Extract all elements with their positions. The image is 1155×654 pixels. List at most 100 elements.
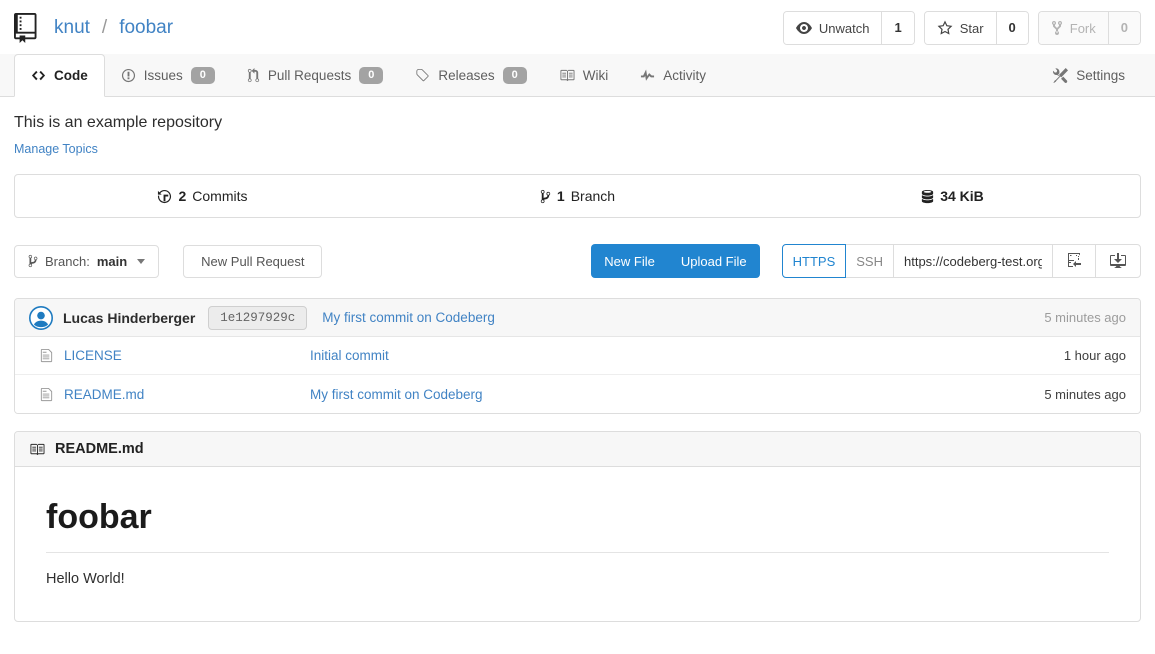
- https-protocol-button[interactable]: HTTPS: [782, 244, 847, 278]
- file-name-link[interactable]: LICENSE: [64, 348, 122, 363]
- breadcrumb-separator: /: [102, 17, 107, 39]
- clone-url-group: HTTPS SSH: [782, 244, 1141, 278]
- file-list: Lucas Hinderberger 1e1297929c My first c…: [14, 298, 1141, 414]
- pull-request-icon: [247, 68, 260, 83]
- commit-hash-link[interactable]: 1e1297929c: [208, 306, 307, 330]
- releases-count-badge: 0: [503, 67, 527, 84]
- file-commit-message-link[interactable]: Initial commit: [310, 348, 389, 363]
- fork-button[interactable]: Fork: [1039, 12, 1108, 44]
- tab-code-label: Code: [54, 68, 88, 83]
- file-row: README.md My first commit on Codeberg 5 …: [15, 375, 1140, 413]
- tab-issues-label: Issues: [144, 68, 183, 83]
- repo-owner-link[interactable]: knut: [54, 17, 90, 39]
- star-button-group: Star 0: [924, 11, 1029, 45]
- size-stat: 34 KiB: [765, 175, 1140, 217]
- code-toolbar: Branch: main New Pull Request New File U…: [14, 244, 1141, 278]
- repo-header: knut / foobar Unwatch 1 Star 0 Fork 0: [0, 0, 1155, 54]
- tab-code[interactable]: Code: [14, 54, 105, 97]
- watchers-count[interactable]: 1: [881, 12, 913, 44]
- new-file-button[interactable]: New File: [591, 245, 668, 278]
- manage-topics-link[interactable]: Manage Topics: [14, 142, 98, 156]
- breadcrumb: knut / foobar: [14, 13, 173, 43]
- fork-label: Fork: [1070, 21, 1096, 36]
- history-icon: [157, 189, 172, 204]
- branches-label: Branch: [571, 188, 615, 204]
- tag-icon: [415, 68, 430, 83]
- upload-file-button[interactable]: Upload File: [668, 245, 760, 278]
- repo-description: This is an example repository Manage Top…: [0, 97, 1155, 158]
- commits-label: Commits: [192, 188, 247, 204]
- tab-releases[interactable]: Releases 0: [399, 54, 542, 96]
- download-archive-button[interactable]: [1095, 244, 1141, 278]
- star-button[interactable]: Star: [925, 12, 996, 44]
- eye-icon: [796, 20, 812, 36]
- issue-icon: [121, 68, 136, 83]
- tab-pull-requests[interactable]: Pull Requests 0: [231, 54, 399, 96]
- tab-activity-label: Activity: [663, 68, 706, 83]
- branches-count: 1: [557, 188, 565, 204]
- forks-count[interactable]: 0: [1108, 12, 1140, 44]
- tab-wiki[interactable]: Wiki: [543, 54, 625, 96]
- repo-stats-bar: 2 Commits 1 Branch 34 KiB: [14, 174, 1141, 218]
- readme-header: README.md: [15, 432, 1140, 467]
- download-icon: [1110, 253, 1126, 269]
- file-row: LICENSE Initial commit 1 hour ago: [15, 337, 1140, 375]
- stars-count[interactable]: 0: [996, 12, 1028, 44]
- file-actions-group: New File Upload File: [591, 244, 759, 278]
- ssh-protocol-button[interactable]: SSH: [845, 244, 894, 278]
- branch-icon: [540, 189, 551, 204]
- activity-icon: [640, 68, 655, 83]
- file-commit-time: 1 hour ago: [1064, 348, 1126, 363]
- star-icon: [937, 20, 953, 36]
- readme-panel: README.md foobar Hello World!: [14, 431, 1141, 622]
- copy-clone-url-button[interactable]: [1052, 244, 1096, 278]
- database-icon: [921, 189, 934, 204]
- readme-filename: README.md: [55, 441, 144, 457]
- size-label: 34 KiB: [940, 188, 984, 204]
- commit-time: 5 minutes ago: [1044, 310, 1126, 325]
- file-name-link[interactable]: README.md: [64, 387, 144, 402]
- toolbar-right: New File Upload File HTTPS SSH: [591, 244, 1141, 278]
- commit-author: Lucas Hinderberger: [63, 310, 195, 326]
- new-pull-request-button[interactable]: New Pull Request: [183, 245, 322, 278]
- tab-settings[interactable]: Settings: [1037, 54, 1141, 96]
- code-icon: [31, 68, 46, 83]
- readme-content: foobar Hello World!: [15, 467, 1140, 621]
- unwatch-button[interactable]: Unwatch: [784, 12, 882, 44]
- branch-icon: [28, 254, 38, 268]
- issues-count-badge: 0: [191, 67, 215, 84]
- file-name-cell: LICENSE: [29, 348, 310, 363]
- tab-wiki-label: Wiki: [583, 68, 609, 83]
- unwatch-label: Unwatch: [819, 21, 870, 36]
- pull-requests-count-badge: 0: [359, 67, 383, 84]
- tab-settings-label: Settings: [1076, 68, 1125, 83]
- tab-releases-label: Releases: [438, 68, 494, 83]
- commits-stat[interactable]: 2 Commits: [15, 175, 390, 217]
- branches-stat[interactable]: 1 Branch: [390, 175, 765, 217]
- watch-button-group: Unwatch 1: [783, 11, 915, 45]
- fork-button-group: Fork 0: [1038, 11, 1141, 45]
- file-icon: [40, 348, 53, 363]
- branch-selector[interactable]: Branch: main: [14, 245, 159, 278]
- fork-icon: [1051, 20, 1063, 36]
- readme-heading: foobar: [46, 498, 1109, 553]
- file-icon: [40, 387, 53, 402]
- tab-issues[interactable]: Issues 0: [105, 54, 231, 96]
- book-icon: [559, 68, 575, 83]
- tab-pull-requests-label: Pull Requests: [268, 68, 351, 83]
- tab-activity[interactable]: Activity: [624, 54, 722, 96]
- file-commit-message-link[interactable]: My first commit on Codeberg: [310, 387, 483, 402]
- commit-message-link[interactable]: My first commit on Codeberg: [322, 310, 495, 325]
- repo-tabbar: Code Issues 0 Pull Requests 0 Releases 0…: [0, 54, 1155, 97]
- clone-url-input[interactable]: [893, 244, 1053, 278]
- file-name-cell: README.md: [29, 387, 310, 402]
- branch-label: Branch:: [45, 254, 90, 269]
- repo-name-link[interactable]: foobar: [119, 17, 173, 39]
- clipboard-copy-icon: [1067, 253, 1081, 269]
- repo-actions: Unwatch 1 Star 0 Fork 0: [783, 11, 1141, 45]
- avatar[interactable]: [29, 306, 53, 330]
- tools-icon: [1053, 68, 1068, 83]
- latest-commit-row: Lucas Hinderberger 1e1297929c My first c…: [15, 299, 1140, 337]
- caret-down-icon: [137, 259, 145, 264]
- readme-paragraph: Hello World!: [46, 571, 1109, 587]
